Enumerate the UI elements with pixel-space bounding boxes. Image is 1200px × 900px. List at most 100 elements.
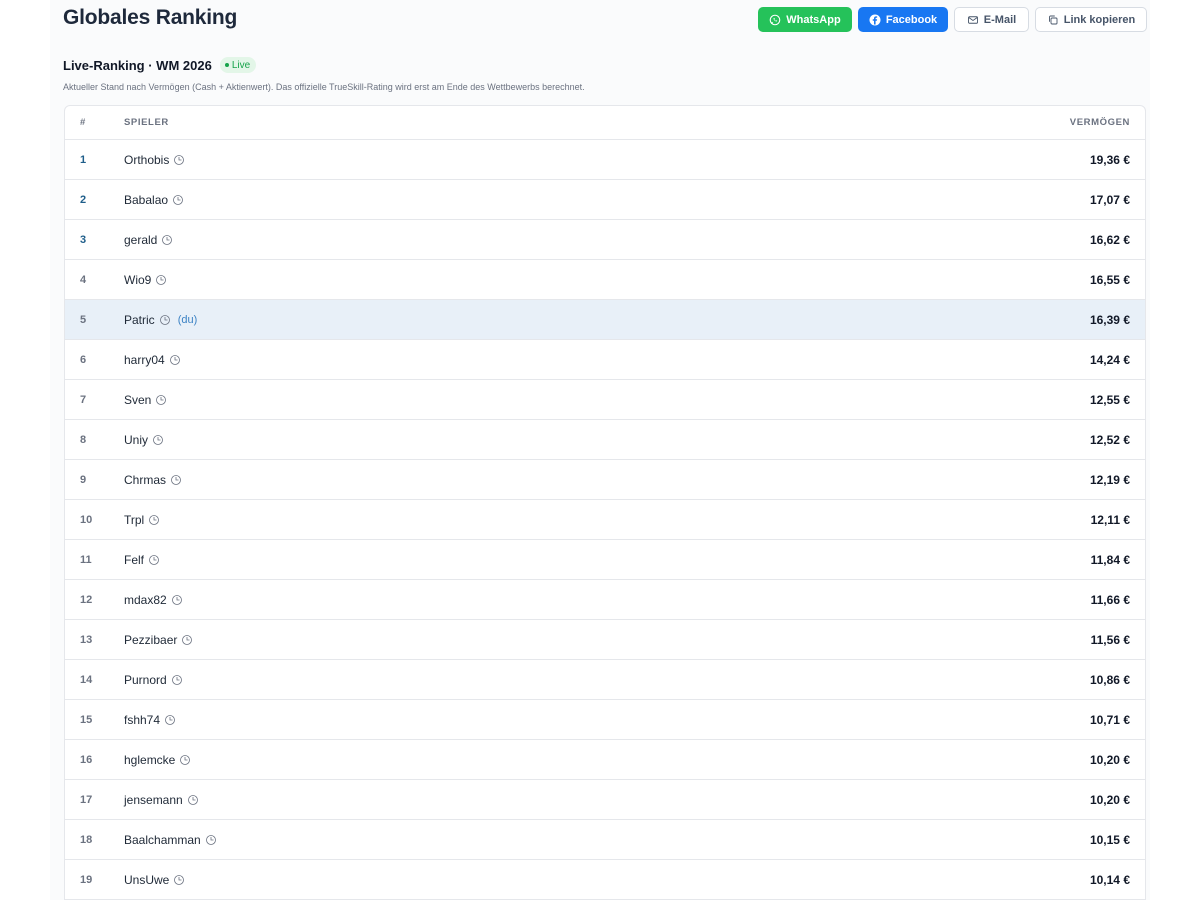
rank-cell: 14: [80, 673, 93, 686]
player-cell: Felf: [124, 553, 945, 567]
assets-cell: 16,55 €: [1089, 272, 1130, 287]
page-header: Globales Ranking WhatsApp Facebook E-Mai…: [50, 0, 1150, 40]
clock-icon: [161, 234, 173, 246]
player-cell: Pezzibaer: [124, 633, 945, 647]
copy-icon: [1048, 15, 1058, 24]
mail-icon: [967, 15, 978, 24]
player-name[interactable]: Felf: [124, 553, 144, 567]
rank-cell: 16: [80, 753, 93, 766]
share-facebook-label: Facebook: [885, 13, 938, 26]
rank-cell: 2: [80, 193, 87, 206]
assets-cell: 10,14 €: [1089, 872, 1130, 887]
copy-link-button[interactable]: Link kopieren: [1035, 7, 1147, 32]
player-cell: Patric (du): [124, 313, 945, 327]
player-cell: Trpl: [124, 513, 945, 527]
assets-cell: 16,62 €: [1089, 232, 1130, 247]
player-cell: Sven: [124, 393, 945, 407]
assets-cell: 12,52 €: [1089, 432, 1130, 447]
rank-cell: 8: [80, 433, 87, 446]
section-subtitle: Aktueller Stand nach Vermögen (Cash + Ak…: [63, 82, 585, 92]
table-row: 1 Orthobis 19,36 €: [65, 140, 1145, 180]
clock-icon: [169, 354, 181, 366]
share-whatsapp-button[interactable]: WhatsApp: [758, 7, 852, 32]
assets-cell: 12,19 €: [1089, 472, 1130, 487]
share-facebook-button[interactable]: Facebook: [858, 7, 948, 32]
table-row: 4 Wio9 16,55 €: [65, 260, 1145, 300]
clock-icon: [173, 154, 185, 166]
player-name[interactable]: Trpl: [124, 513, 144, 527]
player-cell: gerald: [124, 233, 945, 247]
player-cell: jensemann: [124, 793, 945, 807]
player-name[interactable]: gerald: [124, 233, 157, 247]
player-name[interactable]: Chrmas: [124, 473, 166, 487]
clock-icon: [205, 834, 217, 846]
player-name[interactable]: harry04: [124, 353, 165, 367]
column-header-player: SPIELER: [124, 117, 169, 128]
player-cell: Chrmas: [124, 473, 945, 487]
live-dot-icon: [224, 63, 229, 67]
table-row: 8 Uniy 12,52 €: [65, 420, 1145, 460]
player-name[interactable]: mdax82: [124, 593, 167, 607]
player-name[interactable]: Uniy: [124, 433, 148, 447]
player-name[interactable]: Patric: [124, 313, 155, 327]
assets-cell: 17,07 €: [1089, 192, 1130, 207]
clock-icon: [152, 434, 164, 446]
player-name[interactable]: Pezzibaer: [124, 633, 177, 647]
assets-cell: 11,84 €: [1090, 552, 1130, 567]
assets-cell: 10,15 €: [1089, 832, 1130, 847]
assets-cell: 11,66 €: [1090, 592, 1130, 607]
table-row: 14 Purnord 10,86 €: [65, 660, 1145, 700]
assets-cell: 10,86 €: [1089, 672, 1130, 687]
player-name[interactable]: jensemann: [124, 793, 183, 807]
player-cell: harry04: [124, 353, 945, 367]
assets-cell: 10,20 €: [1089, 792, 1130, 807]
player-name[interactable]: Wio9: [124, 273, 151, 287]
player-name[interactable]: Babalao: [124, 193, 168, 207]
table-row: 16 hglemcke 10,20 €: [65, 740, 1145, 780]
player-name[interactable]: Orthobis: [124, 153, 169, 167]
table-row: 6 harry04 14,24 €: [65, 340, 1145, 380]
table-row: 2 Babalao 17,07 €: [65, 180, 1145, 220]
table-row: 18 Baalchamman 10,15 €: [65, 820, 1145, 860]
column-header-assets: VERMÖGEN: [1069, 117, 1130, 128]
player-cell: Wio9: [124, 273, 945, 287]
player-cell: UnsUwe: [124, 873, 945, 887]
player-name[interactable]: UnsUwe: [124, 873, 169, 887]
clock-icon: [187, 794, 199, 806]
assets-cell: 14,24 €: [1089, 352, 1130, 367]
table-row: 9 Chrmas 12,19 €: [65, 460, 1145, 500]
table-row: 12 mdax82 11,66 €: [65, 580, 1145, 620]
player-name[interactable]: Sven: [124, 393, 151, 407]
facebook-icon: [869, 14, 881, 25]
player-name[interactable]: Baalchamman: [124, 833, 201, 847]
section-title: Live-Ranking · WM 2026: [63, 57, 212, 73]
table-row: 10 Trpl 12,11 €: [65, 500, 1145, 540]
rank-cell: 7: [80, 393, 87, 406]
rank-cell: 11: [80, 553, 92, 566]
section-heading: Live-Ranking · WM 2026 Live: [63, 57, 257, 73]
player-cell: Orthobis: [124, 153, 945, 167]
assets-cell: 19,36 €: [1089, 152, 1130, 167]
rank-cell: 12: [80, 593, 93, 606]
rank-cell: 18: [80, 833, 93, 846]
player-cell: Uniy: [124, 433, 945, 447]
ranking-table: # SPIELER VERMÖGEN 1 Orthobis 19,36 € 2 Baba…: [64, 105, 1146, 900]
assets-cell: 16,39 €: [1089, 312, 1130, 327]
share-email-button[interactable]: E-Mail: [954, 7, 1029, 32]
clock-icon: [181, 634, 193, 646]
rank-cell: 9: [80, 473, 87, 486]
table-row: 19 UnsUwe 10,14 €: [65, 860, 1145, 900]
clock-icon: [155, 274, 167, 286]
clock-icon: [173, 874, 185, 886]
rank-cell: 1: [80, 153, 87, 166]
rank-cell: 6: [80, 353, 87, 366]
assets-cell: 10,71 €: [1089, 712, 1130, 727]
rank-cell: 19: [80, 873, 93, 886]
live-badge-label: Live: [231, 59, 251, 71]
player-name[interactable]: Purnord: [124, 673, 167, 687]
assets-cell: 12,11 €: [1090, 512, 1130, 527]
player-name[interactable]: hglemcke: [124, 753, 175, 767]
table-row: 3 gerald 16,62 €: [65, 220, 1145, 260]
rank-cell: 17: [80, 793, 93, 806]
player-name[interactable]: fshh74: [124, 713, 160, 727]
